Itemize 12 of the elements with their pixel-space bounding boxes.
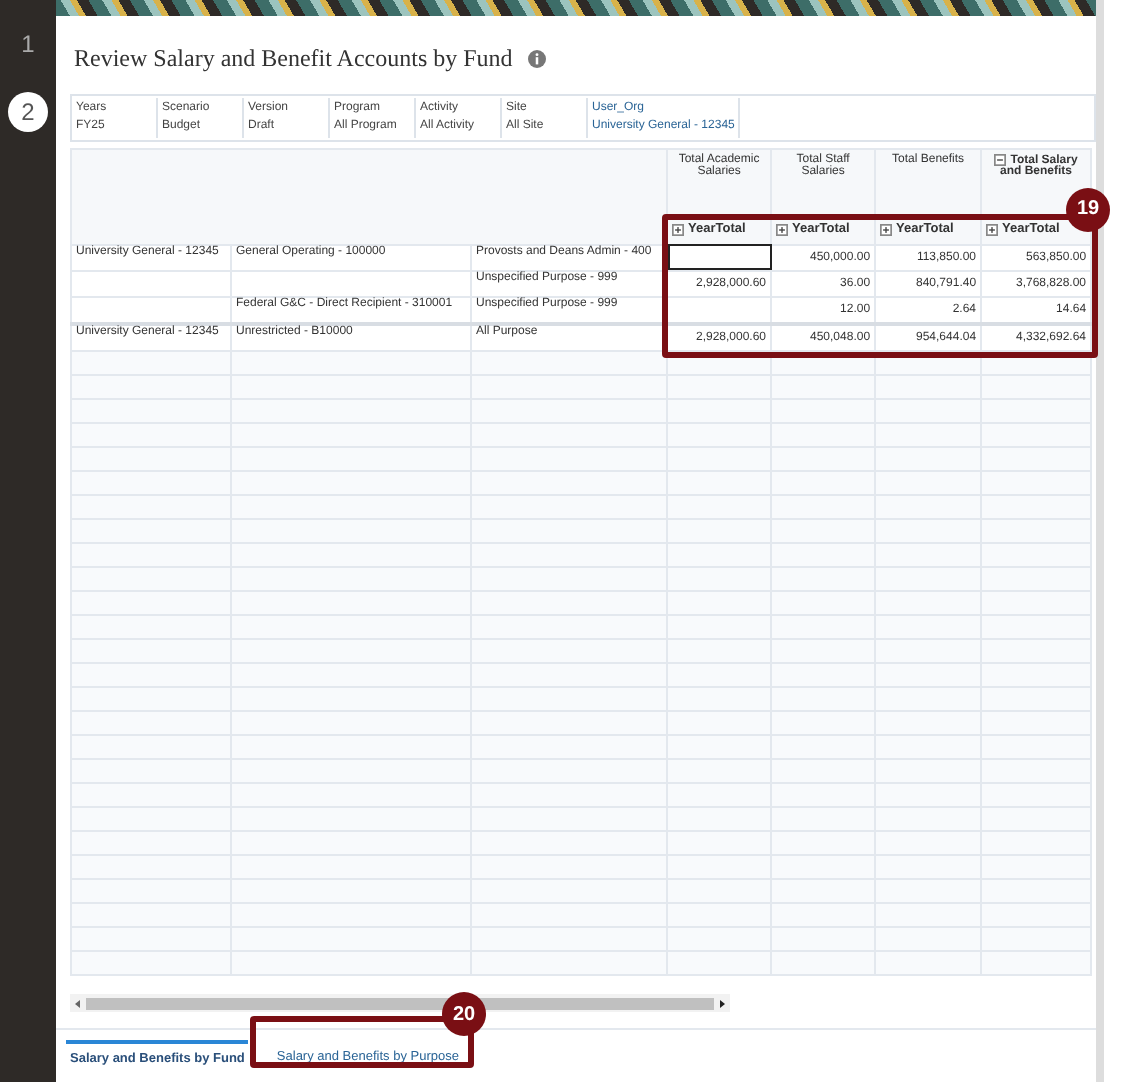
expand-icon[interactable] xyxy=(986,223,999,236)
step-number[interactable]: 1 xyxy=(8,24,48,64)
scrollbar-thumb[interactable] xyxy=(86,997,714,1010)
expand-icon[interactable] xyxy=(672,223,685,236)
step-number[interactable]: 2 xyxy=(8,92,48,132)
page-title: Review Salary and Benefit Accounts by Fund xyxy=(74,43,513,74)
data-cell[interactable] xyxy=(667,244,772,271)
expand-icon[interactable] xyxy=(880,223,893,236)
callout-badge: 20 xyxy=(442,992,486,1037)
collapse-icon[interactable] xyxy=(994,153,1007,166)
info-icon[interactable] xyxy=(528,49,547,68)
expand-icon[interactable] xyxy=(776,223,789,236)
